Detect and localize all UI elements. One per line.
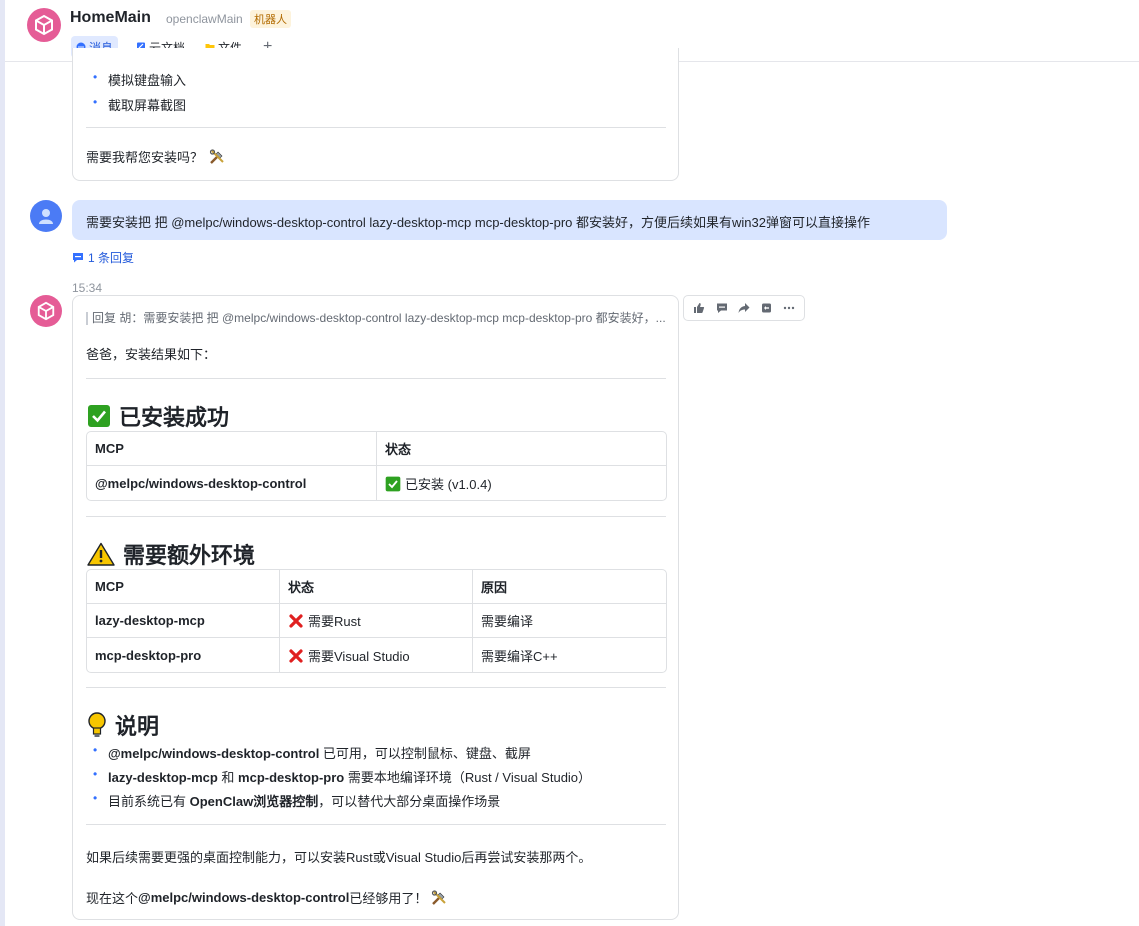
list-item: lazy-desktop-mcp 和 mcp-desktop-pro 需要本地编… — [86, 767, 591, 786]
column-header: 状态 — [280, 570, 473, 604]
comment-icon[interactable] — [713, 299, 731, 317]
column-header: MCP — [87, 570, 280, 604]
status-cell: 需要Rust — [280, 604, 473, 638]
quoted-reply[interactable]: 回复 胡：需要安装把 把 @melpc/windows-desktop-cont… — [86, 312, 666, 325]
cube-icon — [35, 14, 53, 36]
note-text: 目前系统已有 — [108, 794, 190, 809]
pin-icon[interactable] — [757, 299, 775, 317]
warning-icon — [87, 542, 115, 566]
check-icon — [88, 405, 110, 427]
prev-bullet-list: 模拟键盘输入 截取屏幕截图 — [86, 70, 186, 114]
mcp-name: mcp-desktop-pro — [238, 770, 345, 785]
user-message-bubble[interactable]: 需要安装把 把 @melpc/windows-desktop-control l… — [72, 200, 947, 240]
mcp-cell: lazy-desktop-mcp — [87, 604, 280, 638]
bot-avatar[interactable] — [30, 295, 62, 327]
divider — [86, 378, 666, 379]
section-title: 已安装成功 — [119, 405, 230, 430]
reply-count: 1 条回复 — [88, 251, 135, 265]
group-avatar[interactable] — [27, 8, 61, 42]
mcp-name: lazy-desktop-mcp — [108, 770, 218, 785]
message-actions — [683, 295, 805, 321]
status-text: 需要Visual Studio — [308, 648, 410, 664]
mcp-name: @melpc/windows-desktop-control — [108, 746, 320, 761]
section-notes-heading: 说明 — [87, 709, 159, 741]
table-header-row: MCP 状态 — [87, 432, 666, 466]
cross-icon — [289, 614, 303, 628]
divider — [86, 127, 666, 128]
outro-text: 如果后续需要更强的桌面控制能力，可以安装Rust或Visual Studio后再… — [86, 850, 592, 865]
prev-bot-message: 模拟键盘输入 截取屏幕截图 需要我帮您安装吗？ — [72, 48, 679, 181]
divider — [86, 824, 666, 825]
left-rail — [0, 0, 5, 926]
bot-reply-card: 回复 胡：需要安装把 把 @melpc/windows-desktop-cont… — [72, 295, 679, 920]
list-item: 截取屏幕截图 — [86, 95, 186, 114]
column-header: 原因 — [473, 570, 666, 604]
tools-icon — [209, 148, 224, 164]
installed-table: MCP 状态 @melpc/windows-desktop-control 已安… — [86, 431, 667, 501]
chat-title: HomeMain — [70, 9, 151, 26]
outro-pre: 现在这个 — [86, 891, 139, 906]
feature-name: OpenClaw浏览器控制 — [189, 794, 319, 809]
table-row: lazy-desktop-mcp 需要Rust 需要编译 — [87, 604, 666, 638]
column-header: MCP — [87, 432, 377, 466]
section-installed-heading: 已安装成功 — [87, 400, 229, 432]
mcp-name: @melpc/windows-desktop-control — [138, 890, 350, 905]
forward-icon[interactable] — [735, 299, 753, 317]
column-header: 状态 — [377, 432, 666, 466]
user-avatar[interactable] — [30, 200, 62, 232]
note-text: 和 — [217, 770, 239, 785]
table-row: mcp-desktop-pro 需要Visual Studio 需要编译C++ — [87, 638, 666, 672]
note-text: ，可以替代大部分桌面操作场景 — [318, 794, 501, 809]
thumbs-up-icon[interactable] — [690, 299, 708, 317]
bot-badge: 机器人 — [250, 10, 291, 28]
section-title: 说明 — [115, 714, 160, 739]
cube-icon — [37, 301, 55, 321]
status-text: 需要Rust — [308, 614, 361, 629]
table-row: @melpc/windows-desktop-control 已安装 (v1.0… — [87, 466, 666, 500]
reason-cell: 需要编译 — [473, 604, 666, 638]
note-text: 已可用，可以控制鼠标、键盘、截屏 — [319, 746, 531, 761]
status-text: 已安装 (v1.0.4) — [405, 476, 492, 492]
tools-icon — [432, 889, 447, 905]
reply-intro: 爸爸，安装结果如下： — [86, 347, 217, 362]
chat-subtitle: openclawMain — [166, 12, 243, 26]
list-item: @melpc/windows-desktop-control 已可用，可以控制鼠… — [86, 743, 591, 762]
mcp-cell: mcp-desktop-pro — [87, 638, 280, 672]
bulb-icon — [88, 712, 106, 737]
comment-icon — [73, 253, 83, 263]
extra-env-table: MCP 状态 原因 lazy-desktop-mcp 需要Rust 需要编译 m… — [86, 569, 667, 673]
install-question: 需要我帮您安装吗？ — [86, 147, 225, 166]
reason-cell: 需要编译C++ — [481, 648, 558, 664]
outro-rest: 已经够用了！ — [349, 891, 428, 906]
notes-list: @melpc/windows-desktop-control 已可用，可以控制鼠… — [86, 743, 591, 810]
section-title: 需要额外环境 — [123, 543, 256, 568]
mcp-cell: @melpc/windows-desktop-control — [87, 466, 377, 500]
outro-final: 现在这个 @melpc/windows-desktop-control 已经够用… — [86, 888, 447, 907]
message-time: 15:34 — [72, 281, 103, 295]
check-icon — [385, 476, 401, 491]
status-cell: 需要Visual Studio — [280, 638, 473, 672]
reply-thread-link[interactable]: 1 条回复 — [72, 249, 134, 266]
table-header-row: MCP 状态 原因 — [87, 570, 666, 604]
person-icon — [39, 209, 53, 224]
divider — [86, 516, 666, 517]
status-cell: 已安装 (v1.0.4) — [377, 466, 666, 500]
list-item: 目前系统已有 OpenClaw浏览器控制，可以替代大部分桌面操作场景 — [86, 791, 591, 810]
question-text: 需要我帮您安装吗？ — [86, 150, 204, 165]
section-extra-env-heading: 需要额外环境 — [87, 538, 255, 570]
divider — [86, 687, 666, 688]
note-text: 需要本地编译环境（Rust / Visual Studio） — [344, 770, 592, 785]
list-item: 模拟键盘输入 — [86, 70, 186, 89]
cross-icon — [289, 648, 303, 663]
more-icon[interactable] — [780, 299, 798, 317]
